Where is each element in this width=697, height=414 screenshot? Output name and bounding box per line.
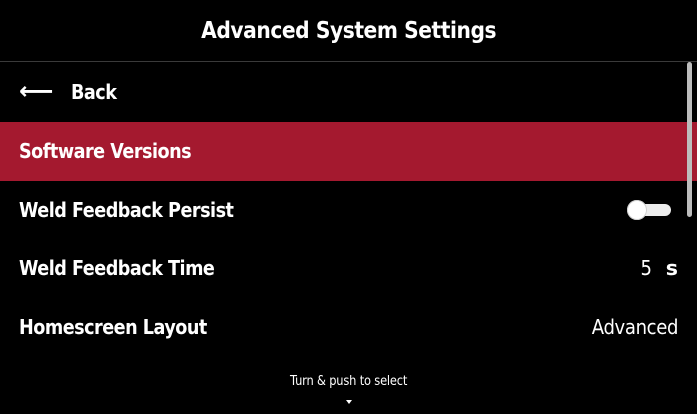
value-unit: s bbox=[665, 256, 678, 281]
footer-hint: Turn & push to select bbox=[289, 374, 408, 389]
menu-item-weld-feedback-persist[interactable]: Weld Feedback Persist bbox=[0, 181, 697, 240]
back-label: Back bbox=[71, 80, 117, 104]
value-text: Advanced bbox=[591, 314, 679, 339]
menu-item-label: Software Versions bbox=[19, 139, 192, 164]
menu-item-software-versions[interactable]: Software Versions bbox=[0, 122, 697, 181]
weld-feedback-time-value: 5 s bbox=[639, 256, 678, 280]
weld-feedback-persist-toggle[interactable] bbox=[627, 199, 672, 220]
value-number: 5 bbox=[640, 256, 652, 281]
settings-menu: ⟵ Back Software Versions Weld Feedback P… bbox=[0, 62, 697, 356]
back-button[interactable]: ⟵ Back bbox=[0, 62, 697, 122]
menu-item-label: Homescreen Layout bbox=[19, 314, 207, 339]
caret-down-icon bbox=[346, 400, 352, 404]
menu-item-label: Weld Feedback Time bbox=[19, 256, 215, 281]
menu-item-label: Weld Feedback Persist bbox=[19, 197, 234, 222]
scrollbar[interactable] bbox=[687, 62, 692, 217]
toggle-knob bbox=[627, 199, 647, 220]
settings-screen: Advanced System Settings ⟵ Back Software… bbox=[0, 0, 697, 414]
menu-item-homescreen-layout[interactable]: Homescreen Layout Advanced bbox=[0, 298, 697, 357]
return-arrow-icon: ⟵ bbox=[19, 77, 54, 105]
page-title: Advanced System Settings bbox=[200, 17, 497, 44]
header-bar: Advanced System Settings bbox=[0, 0, 697, 62]
menu-item-weld-feedback-time[interactable]: Weld Feedback Time 5 s bbox=[0, 239, 697, 298]
footer-hint-area: Turn & push to select bbox=[0, 370, 697, 404]
homescreen-layout-value: Advanced bbox=[580, 314, 679, 339]
